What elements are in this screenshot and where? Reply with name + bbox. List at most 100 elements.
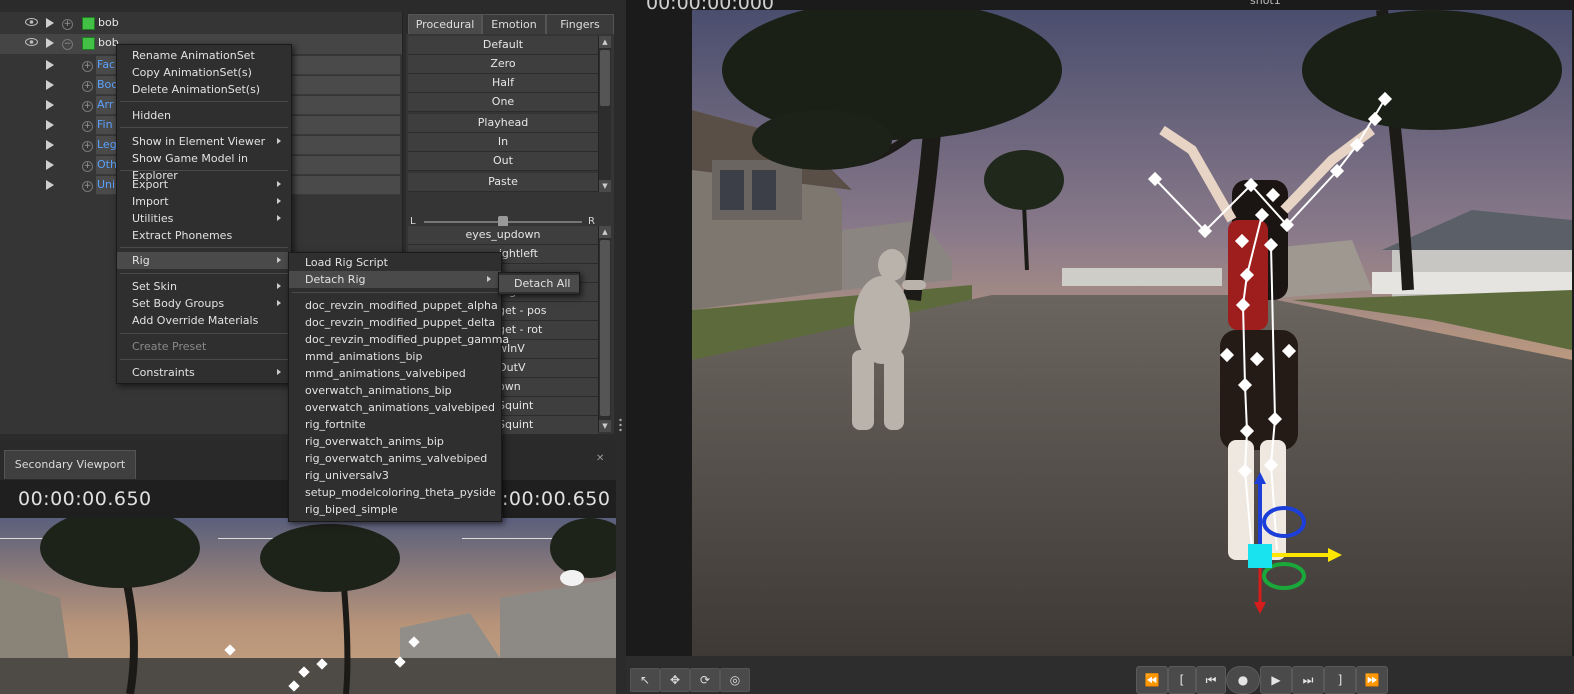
menu-item-label: Hidden [132, 109, 172, 122]
mark-in-icon[interactable]: [ [1168, 666, 1196, 694]
menu-item-hidden[interactable]: Hidden [117, 107, 291, 124]
rotate-tool-icon[interactable]: ⟳ [690, 668, 720, 692]
menu-item-detach-rig[interactable]: Detach Rig [289, 271, 501, 288]
scroll-thumb[interactable] [600, 50, 610, 106]
menu-item-delete-animationset[interactable]: Delete AnimationSet(s) [117, 81, 291, 98]
expand-icon[interactable]: + [82, 141, 93, 152]
menu-item-extract-phonemes[interactable]: Extract Phonemes [117, 227, 291, 244]
main-viewport-render[interactable] [692, 10, 1572, 656]
select-arrow-icon[interactable] [46, 80, 54, 90]
menu-item-rig-script[interactable]: mmd_animations_bip [289, 348, 501, 365]
scroll-up-icon[interactable]: ▲ [599, 36, 611, 48]
menu-item-export[interactable]: Export [117, 176, 291, 193]
menu-item-detach-all[interactable]: Detach All [499, 275, 579, 292]
default-button[interactable]: Default [408, 36, 598, 55]
menu-item-rename-animationset[interactable]: Rename AnimationSet [117, 47, 291, 64]
expand-icon[interactable]: + [82, 61, 93, 72]
control-slider[interactable]: eyes_updown [408, 226, 598, 245]
select-arrow-icon[interactable] [46, 60, 54, 70]
select-arrow-icon[interactable] [46, 160, 54, 170]
expand-icon[interactable]: + [82, 181, 93, 192]
menu-item-label: overwatch_animations_valvebiped [305, 401, 495, 414]
procedural-scrollbar[interactable]: ▲ ▼ [598, 36, 611, 192]
menu-item-utilities[interactable]: Utilities [117, 210, 291, 227]
step-back-icon[interactable]: ⏮ [1196, 666, 1226, 694]
menu-item-rig-script[interactable]: overwatch_animations_bip [289, 382, 501, 399]
zero-button[interactable]: Zero [408, 55, 598, 74]
splitter-handle[interactable] [619, 418, 622, 432]
menu-item-rig-script[interactable]: doc_revzin_modified_puppet_delta [289, 314, 501, 331]
secondary-scene-image [0, 518, 616, 694]
menu-item-constraints[interactable]: Constraints [117, 364, 291, 381]
scroll-down-icon[interactable]: ▼ [599, 180, 611, 192]
close-icon[interactable]: ✕ [596, 454, 606, 464]
expand-icon[interactable]: + [82, 121, 93, 132]
select-arrow-icon[interactable] [46, 18, 54, 28]
menu-item-rig-script[interactable]: rig_overwatch_anims_valvebiped [289, 450, 501, 467]
half-button[interactable]: Half [408, 74, 598, 93]
secondary-viewport-render[interactable] [0, 518, 616, 694]
play-icon[interactable]: ▶ [1260, 666, 1292, 694]
scroll-thumb[interactable] [600, 240, 610, 416]
select-arrow-icon[interactable] [46, 100, 54, 110]
tab-procedural[interactable]: Procedural [408, 14, 482, 34]
in-button[interactable]: In [408, 133, 598, 152]
select-arrow-icon[interactable] [46, 140, 54, 150]
select-tool-icon[interactable]: ↖ [630, 668, 660, 692]
menu-item-set-body-groups[interactable]: Set Body Groups [117, 295, 291, 312]
menu-item-import[interactable]: Import [117, 193, 291, 210]
one-button[interactable]: One [408, 93, 598, 112]
tab-fingers[interactable]: Fingers [546, 14, 614, 34]
menu-item-rig-script[interactable]: doc_revzin_modified_puppet_alpha [289, 297, 501, 314]
mark-out-icon[interactable]: ] [1324, 666, 1356, 694]
group-label: Oth [97, 158, 117, 171]
expand-icon[interactable]: + [82, 81, 93, 92]
rig-submenu: Load Rig Script Detach Rig doc_revzin_mo… [288, 252, 509, 522]
fast-forward-icon[interactable]: ⏩ [1356, 666, 1388, 694]
menu-item-rig-script[interactable]: rig_biped_simple [289, 501, 501, 518]
collapse-icon[interactable]: − [62, 39, 73, 50]
menu-item-set-skin[interactable]: Set Skin [117, 278, 291, 295]
menu-item-rig-script[interactable]: doc_revzin_modified_puppet_gamma [289, 331, 509, 348]
target-tool-icon[interactable]: ◎ [720, 668, 750, 692]
tab-emotion[interactable]: Emotion [482, 14, 546, 34]
submenu-arrow-icon [277, 215, 281, 221]
menu-item-show-game-model[interactable]: Show Game Model in Explorer [117, 150, 291, 182]
step-forward-icon[interactable]: ⏭ [1292, 666, 1324, 694]
expand-icon[interactable]: + [82, 101, 93, 112]
scroll-up-icon[interactable]: ▲ [599, 226, 611, 238]
record-icon[interactable]: ● [1226, 666, 1260, 694]
paste-button[interactable]: Paste [408, 173, 598, 192]
select-arrow-icon[interactable] [46, 120, 54, 130]
scroll-down-icon[interactable]: ▼ [599, 420, 611, 432]
controls-scrollbar[interactable]: ▲ ▼ [598, 226, 611, 432]
tab-secondary-viewport[interactable]: Secondary Viewport [4, 450, 136, 479]
menu-item-load-rig-script[interactable]: Load Rig Script [289, 254, 501, 271]
eye-icon[interactable] [25, 38, 38, 46]
out-button[interactable]: Out [408, 152, 598, 171]
select-arrow-icon[interactable] [46, 38, 54, 48]
animset-row[interactable]: + bob [0, 14, 402, 34]
rewind-icon[interactable]: ⏪ [1136, 666, 1168, 694]
expand-icon[interactable]: + [62, 19, 73, 30]
menu-item-label: rig_universalv3 [305, 469, 389, 482]
menu-item-rig-script[interactable]: rig_overwatch_anims_bip [289, 433, 501, 450]
menu-item-rig-script[interactable]: mmd_animations_valvebiped [289, 365, 501, 382]
eye-icon[interactable] [25, 18, 38, 26]
menu-item-copy-animationset[interactable]: Copy AnimationSet(s) [117, 64, 291, 81]
menu-item-label: Rig [132, 254, 150, 267]
menu-item-rig-script[interactable]: rig_universalv3 [289, 467, 501, 484]
menu-item-show-in-element-viewer[interactable]: Show in Element Viewer [117, 133, 291, 150]
menu-item-rig-script[interactable]: rig_fortnite [289, 416, 501, 433]
move-tool-icon[interactable]: ✥ [660, 668, 690, 692]
playhead-button[interactable]: Playhead [408, 114, 598, 133]
menu-item-add-override-materials[interactable]: Add Override Materials [117, 312, 291, 329]
menu-item-rig-script[interactable]: overwatch_animations_valvebiped [289, 399, 501, 416]
menu-item-rig[interactable]: Rig [117, 252, 291, 269]
expand-icon[interactable]: + [82, 161, 93, 172]
menu-divider [120, 247, 288, 248]
detach-submenu: Detach All [498, 272, 580, 295]
menu-item-label: Detach Rig [305, 273, 366, 286]
menu-item-rig-script[interactable]: setup_modelcoloring_theta_pyside [289, 484, 501, 501]
select-arrow-icon[interactable] [46, 180, 54, 190]
